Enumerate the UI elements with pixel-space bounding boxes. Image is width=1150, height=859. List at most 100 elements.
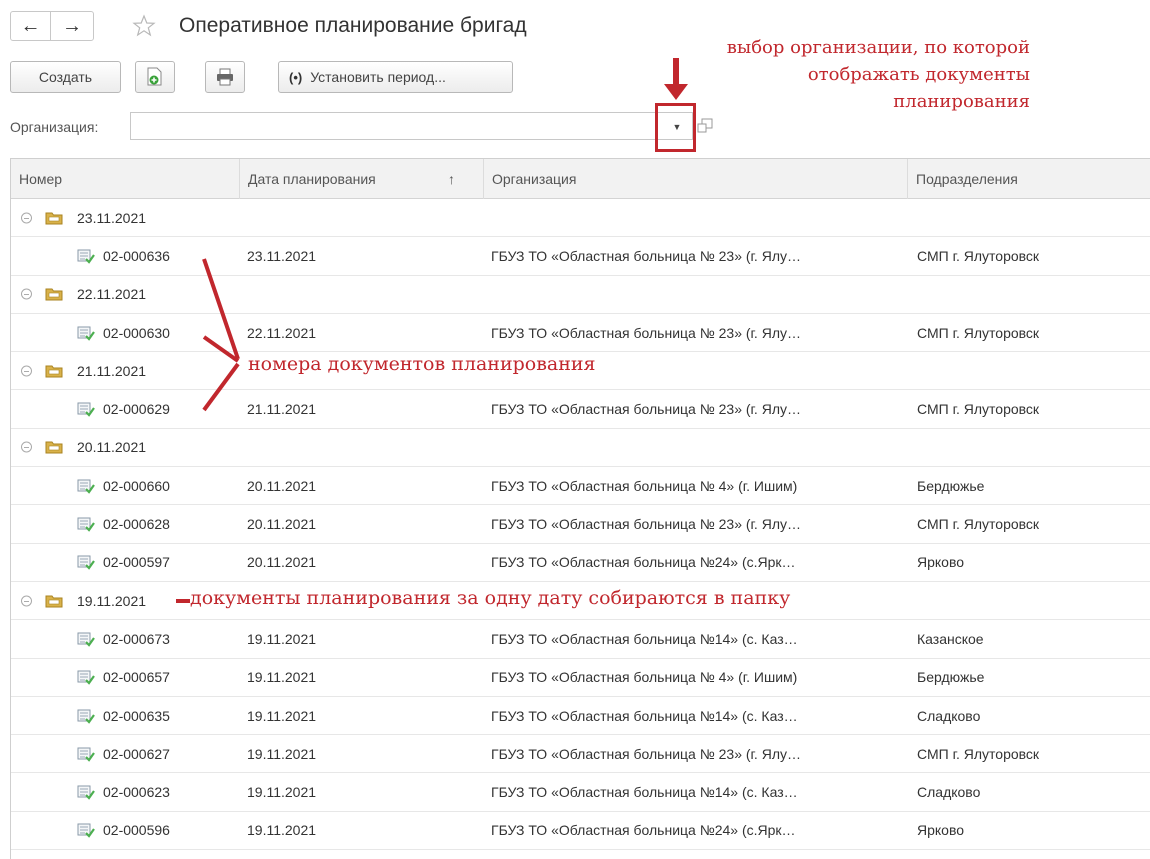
- planning-date: 19.11.2021: [247, 707, 317, 724]
- table-row[interactable]: 02-000623 19.11.2021 ГБУЗ ТО «Областная бо…: [11, 773, 1150, 812]
- documents-table: Номер Дата планирования ↑ Организация По…: [10, 158, 1150, 859]
- annotation-line: отображать документы: [807, 64, 1030, 85]
- planning-date: 20.11.2021: [247, 477, 317, 494]
- posted-document-icon: [77, 822, 95, 839]
- posted-document-icon: [77, 746, 95, 762]
- group-date: 20.11.2021: [77, 439, 147, 456]
- open-organization-icon[interactable]: [697, 118, 713, 134]
- column-number[interactable]: Номер: [11, 159, 239, 199]
- back-button[interactable]: ←: [11, 12, 50, 40]
- group-row[interactable]: – 23.11.2021: [11, 199, 1150, 238]
- collapse-toggle-icon[interactable]: –: [21, 595, 32, 607]
- collapse-toggle-icon[interactable]: –: [21, 212, 32, 224]
- annotation-line: планирования: [893, 91, 1030, 112]
- department-cell: СМП г. Ялуторовск: [917, 516, 1040, 533]
- department-cell: Сладково: [917, 707, 981, 724]
- document-number: 02-000623: [103, 784, 170, 801]
- organization-cell: ГБУЗ ТО «Областная больница №24» (с.Ярк…: [491, 822, 796, 839]
- posted-document-icon: [77, 708, 95, 724]
- posted-document-icon: [77, 401, 95, 417]
- collapse-toggle-icon[interactable]: –: [21, 288, 32, 300]
- document-number: 02-000673: [103, 630, 170, 647]
- department-cell: СМП г. Ялуторовск: [917, 745, 1040, 762]
- posted-document-icon: [77, 554, 95, 571]
- table-row[interactable]: 02-000630 22.11.2021 ГБУЗ ТО «Областная бо…: [11, 314, 1150, 353]
- table-row[interactable]: 02-000673 19.11.2021 ГБУЗ ТО «Областная бо…: [11, 620, 1150, 659]
- organization-cell: ГБУЗ ТО «Областная больница №14» (с. Каз…: [491, 784, 798, 801]
- folder-icon: [45, 287, 63, 301]
- folder-icon: [45, 364, 63, 378]
- organization-cell: ГБУЗ ТО «Областная больница № 23» (г. Ял…: [491, 401, 801, 418]
- document-number: 02-000636: [103, 247, 170, 264]
- department-cell: Сладково: [917, 784, 981, 801]
- table-row[interactable]: 02-000635 19.11.2021 ГБУЗ ТО «Областная бо…: [11, 697, 1150, 736]
- group-row[interactable]: – 22.11.2021: [11, 276, 1150, 314]
- planning-date: 19.11.2021: [247, 822, 317, 839]
- document-number: 02-000629: [103, 401, 170, 418]
- group-row[interactable]: –18.11.2021: [11, 850, 1150, 859]
- annotation-line: выбор организации, по которой: [726, 37, 1030, 58]
- department-cell: СМП г. Ялуторовск: [917, 247, 1040, 264]
- posted-document-icon: [77, 325, 95, 341]
- organization-cell: ГБУЗ ТО «Областная больница № 23» (г. Ял…: [491, 247, 801, 264]
- planning-date: 22.11.2021: [247, 324, 317, 341]
- print-button[interactable]: [205, 61, 245, 93]
- collapse-toggle-icon[interactable]: –: [21, 441, 32, 453]
- column-planning-date-label: Дата планирования: [248, 171, 376, 187]
- create-by-copy-button[interactable]: [135, 61, 175, 93]
- organization-cell: ГБУЗ ТО «Областная больница № 23» (г. Ял…: [491, 324, 801, 341]
- forward-button[interactable]: →: [50, 12, 93, 40]
- arrow-right-icon: →: [62, 14, 82, 37]
- column-organization[interactable]: Организация: [483, 159, 907, 199]
- posted-document-icon: [77, 784, 95, 800]
- organization-label: Организация:: [10, 119, 99, 135]
- annotation-folder-grouping: документы планирования за одну дату соби…: [190, 587, 791, 609]
- column-departments[interactable]: Подразделения: [907, 159, 1150, 199]
- planning-date: 19.11.2021: [247, 745, 317, 762]
- organization-cell: ГБУЗ ТО «Областная больница №14» (с. Каз…: [491, 707, 798, 724]
- table-row[interactable]: 02-000636 23.11.2021 ГБУЗ ТО «Областная бо…: [11, 237, 1150, 276]
- document-number: 02-000635: [103, 707, 170, 724]
- create-by-copy-icon: [147, 67, 162, 86]
- sort-ascending-icon: ↑: [448, 171, 455, 187]
- planning-date: 19.11.2021: [247, 630, 317, 647]
- posted-document-icon: [77, 631, 95, 647]
- table-header: Номер Дата планирования ↑ Организация По…: [11, 159, 1150, 199]
- group-date: 19.11.2021: [77, 592, 147, 609]
- document-number: 02-000596: [103, 822, 170, 839]
- collapse-toggle-icon[interactable]: –: [21, 365, 32, 377]
- organization-cell: ГБУЗ ТО «Областная больница № 23» (г. Ял…: [491, 745, 801, 762]
- document-number: 02-000660: [103, 477, 170, 494]
- table-row[interactable]: 02-000629 21.11.2021 ГБУЗ ТО «Областная бо…: [11, 390, 1150, 429]
- document-number: 02-000630: [103, 324, 170, 341]
- create-button[interactable]: Создать: [10, 61, 121, 93]
- group-row[interactable]: – 20.11.2021: [11, 429, 1150, 468]
- table-row[interactable]: 02-000596 19.11.2021 ГБУЗ ТО «Областная бо…: [11, 812, 1150, 851]
- set-period-button[interactable]: (•) Установить период...: [278, 61, 513, 93]
- set-period-label: Установить период...: [310, 69, 446, 85]
- column-planning-date[interactable]: Дата планирования ↑: [239, 159, 483, 199]
- group-date: 22.11.2021: [77, 286, 147, 303]
- star-icon[interactable]: [132, 14, 156, 38]
- folder-icon: [45, 594, 63, 608]
- department-cell: Ярково: [917, 822, 965, 839]
- department-cell: Бердюжье: [917, 669, 985, 686]
- table-body: – 23.11.2021 02-000636 23.11.2021 ГБУЗ ТО «О…: [11, 199, 1150, 859]
- print-icon: [217, 68, 233, 86]
- organization-field[interactable]: [130, 112, 693, 140]
- group-date: 23.11.2021: [77, 209, 147, 226]
- posted-document-icon: [77, 669, 95, 685]
- table-row[interactable]: 02-000657 19.11.2021 ГБУЗ ТО «Областная бо…: [11, 659, 1150, 697]
- organization-cell: ГБУЗ ТО «Областная больница № 4» (г. Иши…: [491, 477, 798, 494]
- planning-date: 23.11.2021: [247, 247, 317, 264]
- planning-date: 20.11.2021: [247, 516, 317, 533]
- planning-date: 19.11.2021: [247, 669, 317, 686]
- table-row[interactable]: 02-000597 20.11.2021 ГБУЗ ТО «Областная бо…: [11, 544, 1150, 582]
- table-row[interactable]: 02-000627 19.11.2021 ГБУЗ ТО «Областная бо…: [11, 735, 1150, 774]
- department-cell: Ярково: [917, 554, 965, 571]
- folder-icon: [45, 440, 63, 454]
- organization-cell: ГБУЗ ТО «Областная больница №14» (с. Каз…: [491, 630, 798, 647]
- table-row[interactable]: 02-000628 20.11.2021 ГБУЗ ТО «Областная бо…: [11, 505, 1150, 544]
- table-row[interactable]: 02-000660 20.11.2021 ГБУЗ ТО «Областная бо…: [11, 467, 1150, 506]
- annotation-doc-numbers: номера документов планирования: [248, 353, 596, 375]
